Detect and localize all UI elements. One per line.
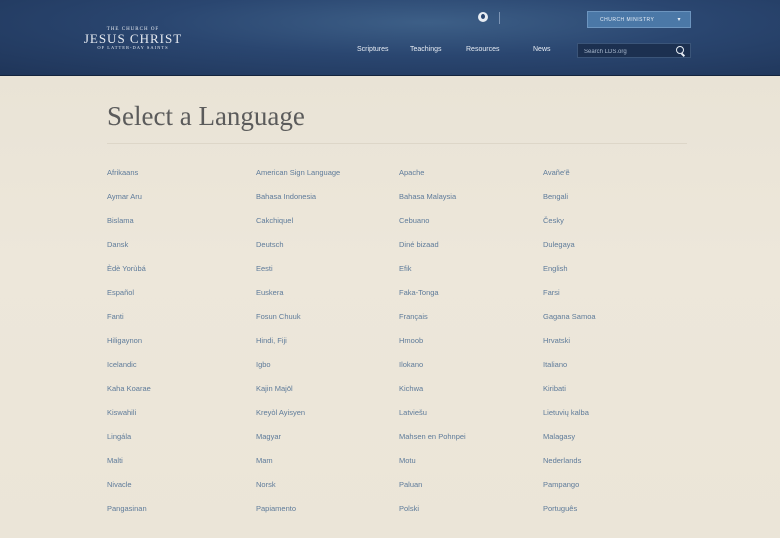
nav-resources[interactable]: Resources xyxy=(466,46,499,53)
language-link[interactable]: Italiano xyxy=(543,360,567,369)
title-divider xyxy=(107,143,687,144)
language-link[interactable]: Malagasy xyxy=(543,432,575,441)
language-link[interactable]: Mahsen en Pohnpei xyxy=(399,432,466,441)
language-link[interactable]: Papiamento xyxy=(256,504,296,513)
language-link[interactable]: Lietuvių kalba xyxy=(543,408,589,417)
language-link[interactable]: Icelandic xyxy=(107,360,137,369)
language-link[interactable]: Gagana Samoa xyxy=(543,312,596,321)
language-link[interactable]: Cebuano xyxy=(399,216,429,225)
language-link[interactable]: Nivacle xyxy=(107,480,132,489)
nav-scriptures[interactable]: Scriptures xyxy=(357,46,389,53)
language-link[interactable]: Bengali xyxy=(543,192,568,201)
language-link[interactable]: Hrvatski xyxy=(543,336,570,345)
language-link[interactable]: Faka-Tonga xyxy=(399,288,439,297)
language-link[interactable]: Kiribati xyxy=(543,384,566,393)
language-link[interactable]: Igbo xyxy=(256,360,271,369)
language-link[interactable]: Cakchiquel xyxy=(256,216,293,225)
language-link[interactable]: Polski xyxy=(399,504,419,513)
language-link[interactable]: Dansk xyxy=(107,240,128,249)
language-link[interactable]: Aymar Aru xyxy=(107,192,142,201)
language-link[interactable]: Norsk xyxy=(256,480,276,489)
nav-news[interactable]: News xyxy=(533,46,551,53)
language-link[interactable]: Česky xyxy=(543,216,564,225)
language-link[interactable]: Diné bizaad xyxy=(399,240,439,249)
chevron-down-icon: ▾ xyxy=(677,17,681,23)
language-link[interactable]: Pangasinan xyxy=(107,504,147,513)
language-link[interactable]: Avañe'ẽ xyxy=(543,168,570,177)
search-input[interactable] xyxy=(578,44,676,59)
language-link[interactable]: Bislama xyxy=(107,216,134,225)
language-link[interactable]: Dulegaya xyxy=(543,240,575,249)
language-link[interactable]: Malti xyxy=(107,456,123,465)
language-link[interactable]: Kichwa xyxy=(399,384,423,393)
language-link[interactable]: Bahasa Indonesia xyxy=(256,192,316,201)
language-link[interactable]: Eesti xyxy=(256,264,273,273)
language-link[interactable]: Magyar xyxy=(256,432,281,441)
language-link[interactable]: Kreyòl Ayisyen xyxy=(256,408,305,417)
church-ministry-label: CHURCH MINISTRY xyxy=(600,16,655,23)
language-link[interactable]: Português xyxy=(543,504,577,513)
language-link[interactable]: Latviešu xyxy=(399,408,427,417)
language-link[interactable]: Apache xyxy=(399,168,424,177)
language-link[interactable]: Mam xyxy=(256,456,273,465)
language-link[interactable]: Kaha Koarae xyxy=(107,384,151,393)
main-content xyxy=(0,76,780,538)
language-link[interactable]: Kajin Majōl xyxy=(256,384,293,393)
language-link[interactable]: Afrikaans xyxy=(107,168,138,177)
globe-icon[interactable] xyxy=(478,12,488,22)
logo-line-2: JESUS CHRIST xyxy=(83,31,183,46)
language-link[interactable]: Hmoob xyxy=(399,336,423,345)
church-ministry-button[interactable]: CHURCH MINISTRY ▾ xyxy=(587,11,691,28)
language-link[interactable]: Lingála xyxy=(107,432,131,441)
search-icon[interactable] xyxy=(676,46,684,54)
language-link[interactable]: Fosun Chuuk xyxy=(256,312,301,321)
language-link[interactable]: Nederlands xyxy=(543,456,581,465)
search-box xyxy=(577,43,691,59)
header-divider xyxy=(499,12,500,24)
language-link[interactable]: Français xyxy=(399,312,428,321)
language-link[interactable]: Hindi, Fiji xyxy=(256,336,287,345)
site-header: THE CHURCH OF JESUS CHRIST OF LATTER-DAY… xyxy=(0,0,780,76)
language-link[interactable]: English xyxy=(543,264,568,273)
language-link[interactable]: Kiswahili xyxy=(107,408,136,417)
language-link[interactable]: Èdè Yorùbá xyxy=(107,264,146,273)
language-link[interactable]: Hiligaynon xyxy=(107,336,142,345)
language-link[interactable]: Motu xyxy=(399,456,416,465)
language-link[interactable]: American Sign Language xyxy=(256,168,340,177)
church-logo[interactable]: THE CHURCH OF JESUS CHRIST OF LATTER-DAY… xyxy=(78,27,188,50)
language-link[interactable]: Pampango xyxy=(543,480,579,489)
language-link[interactable]: Efik xyxy=(399,264,412,273)
language-link[interactable]: Bahasa Malaysia xyxy=(399,192,456,201)
language-link[interactable]: Paluan xyxy=(399,480,422,489)
language-link[interactable]: Fanti xyxy=(107,312,124,321)
language-link[interactable]: Deutsch xyxy=(256,240,284,249)
language-link[interactable]: Español xyxy=(107,288,134,297)
language-link[interactable]: Euskera xyxy=(256,288,284,297)
nav-teachings[interactable]: Teachings xyxy=(410,46,442,53)
language-link[interactable]: Ilokano xyxy=(399,360,423,369)
language-link[interactable]: Farsi xyxy=(543,288,560,297)
page-title: Select a Language xyxy=(107,101,305,131)
